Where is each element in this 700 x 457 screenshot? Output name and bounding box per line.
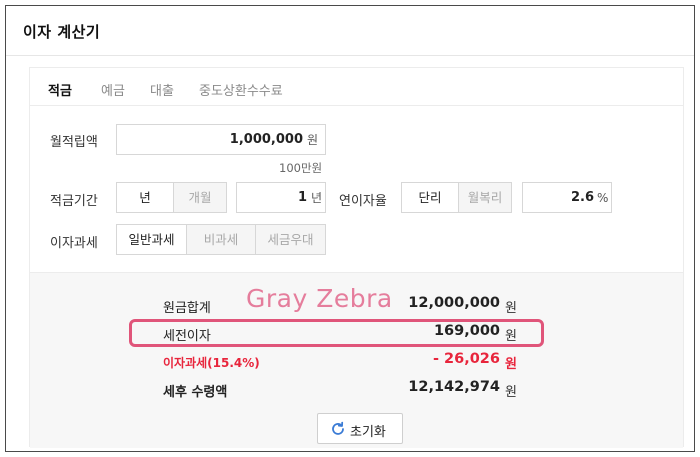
header: 이자 계산기 <box>6 6 694 56</box>
rate-field[interactable]: 2.6 % <box>522 182 612 213</box>
period-label: 적금기간 <box>50 194 98 209</box>
reset-label: 초기화 <box>350 425 386 440</box>
principal-label: 원금합계 <box>163 301 211 316</box>
period-value: 1 <box>297 190 307 205</box>
period-unit: 년 <box>311 191 323 205</box>
principal-unit: 원 <box>505 301 517 316</box>
interest-tax-label: 이자과세(15.4%) <box>163 356 260 370</box>
net-amount-unit: 원 <box>505 385 517 400</box>
tab-deposit[interactable]: 예금 <box>101 80 125 99</box>
tab-bar: 적금 예금 대출 중도상환수수료 <box>30 68 683 106</box>
tab-loan[interactable]: 대출 <box>150 80 174 99</box>
tab-savings[interactable]: 적금 <box>48 80 72 99</box>
net-amount-value: 12,142,974 <box>408 379 500 395</box>
rate-label: 연이자율 <box>339 194 387 209</box>
monthly-amount-unit: 원 <box>307 133 319 147</box>
watermark: Gray Zebra <box>246 284 393 313</box>
calculator-card: 적금 예금 대출 중도상환수수료 월적립액 1,000,000 원 100만원 … <box>29 67 684 448</box>
rate-unit: % <box>597 191 609 205</box>
period-field[interactable]: 1 년 <box>236 182 326 213</box>
interest-tax-value: - 26,026 <box>432 351 500 367</box>
period-unit-toggle: 년 개월 <box>116 182 227 213</box>
rate-type-toggle: 단리 월복리 <box>401 182 512 213</box>
highlight-box <box>129 319 544 347</box>
rate-value: 2.6 <box>570 190 594 205</box>
reset-button[interactable]: 초기화 <box>317 413 403 444</box>
tax-exempt-option[interactable]: 비과세 <box>187 225 255 254</box>
interest-tax-unit: 원 <box>505 357 517 372</box>
page-title: 이자 계산기 <box>23 23 101 41</box>
tax-type-label: 이자과세 <box>50 236 98 251</box>
monthly-amount-hint: 100만원 <box>279 161 323 175</box>
monthly-amount-value: 1,000,000 <box>229 132 303 147</box>
net-amount-label: 세후 수령액 <box>163 385 228 400</box>
period-month-option[interactable]: 개월 <box>174 183 226 212</box>
rate-simple-option[interactable]: 단리 <box>402 183 458 212</box>
tax-general-option[interactable]: 일반과세 <box>117 225 186 254</box>
monthly-amount-field[interactable]: 1,000,000 원 <box>116 124 326 155</box>
principal-value: 12,000,000 <box>408 295 500 311</box>
monthly-amount-label: 월적립액 <box>50 135 98 150</box>
tax-type-toggle: 일반과세 비과세 세금우대 <box>116 224 326 255</box>
tax-preferential-option[interactable]: 세금우대 <box>256 225 325 254</box>
period-year-option[interactable]: 년 <box>117 183 173 212</box>
tab-prepayment-fee[interactable]: 중도상환수수료 <box>199 80 283 99</box>
refresh-icon <box>332 421 344 435</box>
rate-compound-option[interactable]: 월복리 <box>459 183 511 212</box>
